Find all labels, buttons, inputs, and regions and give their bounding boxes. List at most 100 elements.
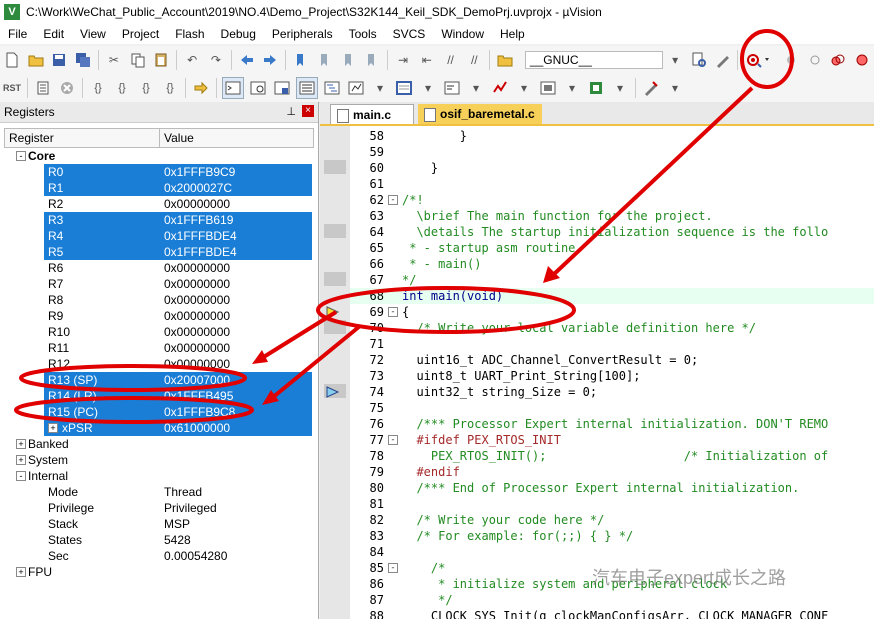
tree-group-fpu[interactable]: + FPU — [4, 564, 312, 580]
close-icon[interactable]: × — [302, 105, 314, 117]
code-line[interactable]: 65 * - startup asm routine — [350, 240, 874, 256]
command-window-icon[interactable] — [222, 77, 244, 99]
chevron-down-icon[interactable]: ▾ — [562, 78, 582, 98]
chevron-down-icon[interactable]: ▾ — [418, 78, 438, 98]
chevron-down-icon[interactable]: ▾ — [370, 78, 390, 98]
register-row[interactable]: R9 0x00000000 — [4, 308, 312, 324]
toolbox-icon[interactable] — [641, 78, 661, 98]
paste-icon[interactable] — [151, 50, 171, 70]
code-line[interactable]: 59 — [350, 144, 874, 160]
chevron-down-icon[interactable]: ▾ — [665, 78, 685, 98]
bookmark-prev-icon[interactable] — [315, 50, 335, 70]
new-file-icon[interactable] — [2, 50, 22, 70]
code-line[interactable]: 88 CLOCK_SYS_Init(g_clockManConfigsArr, … — [350, 608, 874, 619]
code-line[interactable]: 58 } — [350, 128, 874, 144]
code-line[interactable]: 71 — [350, 336, 874, 352]
code-line[interactable]: 76 /*** Processor Expert internal initia… — [350, 416, 874, 432]
internal-row[interactable]: Mode Thread — [4, 484, 312, 500]
column-register[interactable]: Register — [5, 129, 160, 147]
indent-icon[interactable]: ⇥ — [393, 50, 413, 70]
menu-project[interactable]: Project — [114, 27, 167, 41]
menu-peripherals[interactable]: Peripherals — [264, 27, 341, 41]
bookmark-next-icon[interactable] — [339, 50, 359, 70]
fold-collapse-icon[interactable]: - — [388, 307, 398, 317]
register-row[interactable]: R6 0x00000000 — [4, 260, 312, 276]
breakpoint-icon[interactable] — [781, 50, 801, 70]
debug-session-icon[interactable] — [743, 50, 777, 70]
code-line[interactable]: 73 uint8_t UART_Print_String[100]; — [350, 368, 874, 384]
tree-group-core[interactable]: - Core — [4, 148, 312, 164]
tree-group-internal[interactable]: - Internal — [4, 468, 312, 484]
code-line[interactable]: 83 /* For example: for(;;) { } */ — [350, 528, 874, 544]
menu-svcs[interactable]: SVCS — [385, 27, 434, 41]
register-row[interactable]: R4 0x1FFFBDE4 — [44, 228, 312, 244]
fold-collapse-icon[interactable]: - — [388, 435, 398, 445]
internal-row[interactable]: Sec 0.00054280 — [4, 548, 312, 564]
nav-forward-icon[interactable] — [260, 50, 280, 70]
chevron-down-icon[interactable]: ▾ — [610, 78, 630, 98]
tree-group-system[interactable]: + System — [4, 452, 312, 468]
code-line[interactable]: 66 * - main() — [350, 256, 874, 272]
register-row[interactable]: R8 0x00000000 — [4, 292, 312, 308]
code-line[interactable]: 60 } — [350, 160, 874, 176]
code-line[interactable]: 68 int main(void) — [350, 288, 874, 304]
register-row[interactable]: R1 0x2000027C — [44, 180, 312, 196]
code-line[interactable]: 62-/*! — [350, 192, 874, 208]
save-icon[interactable] — [50, 50, 70, 70]
fold-collapse-icon[interactable]: - — [388, 195, 398, 205]
tree-group-banked[interactable]: + Banked — [4, 436, 312, 452]
redo-icon[interactable]: ↷ — [206, 50, 226, 70]
memory-window-icon[interactable] — [394, 78, 414, 98]
run-icon[interactable] — [33, 78, 53, 98]
menu-debug[interactable]: Debug — [213, 27, 264, 41]
watch-window-icon[interactable] — [346, 78, 366, 98]
register-row[interactable]: R15 (PC) 0x1FFFB9C8 — [44, 404, 312, 420]
register-row[interactable]: R0 0x1FFFB9C9 — [44, 164, 312, 180]
code-line[interactable]: 84 — [350, 544, 874, 560]
disable-all-breakpoints-icon[interactable] — [852, 50, 872, 70]
code-line[interactable]: 61 — [350, 176, 874, 192]
code-line[interactable]: 77- #ifdef PEX_RTOS_INIT — [350, 432, 874, 448]
trace-window-icon[interactable] — [538, 78, 558, 98]
registers-window-icon[interactable] — [296, 77, 318, 99]
menu-help[interactable]: Help — [492, 27, 533, 41]
step-over-icon[interactable]: {} — [112, 78, 132, 98]
code-line[interactable]: 67 */ — [350, 272, 874, 288]
expand-icon[interactable]: + — [16, 567, 26, 577]
menu-flash[interactable]: Flash — [167, 27, 212, 41]
column-value[interactable]: Value — [160, 129, 194, 147]
code-line[interactable]: 70 /* Write your local variable definiti… — [350, 320, 874, 336]
fold-collapse-icon[interactable]: - — [388, 563, 398, 573]
collapse-icon[interactable]: - — [16, 151, 26, 161]
menu-view[interactable]: View — [72, 27, 114, 41]
open-folder-icon[interactable] — [26, 50, 46, 70]
expand-icon[interactable]: + — [16, 439, 26, 449]
chevron-down-icon[interactable]: ▾ — [665, 50, 685, 70]
pin-icon[interactable]: ⊥ — [286, 105, 296, 118]
code-line[interactable]: 75 — [350, 400, 874, 416]
tools-icon[interactable] — [713, 50, 733, 70]
expand-icon[interactable]: + — [48, 423, 58, 433]
find-in-files-icon[interactable] — [495, 50, 515, 70]
step-into-icon[interactable]: {} — [88, 78, 108, 98]
target-define-input[interactable]: __GNUC__ — [524, 51, 664, 69]
register-row[interactable]: R3 0x1FFFB619 — [44, 212, 312, 228]
find-icon[interactable] — [689, 50, 709, 70]
system-viewer-icon[interactable] — [586, 78, 606, 98]
disassembly-window-icon[interactable] — [248, 78, 268, 98]
reset-cpu-icon[interactable]: RST — [2, 78, 22, 98]
register-row[interactable]: R7 0x00000000 — [4, 276, 312, 292]
code-line[interactable]: 64 \details The startup initialization s… — [350, 224, 874, 240]
show-next-statement-icon[interactable] — [191, 78, 211, 98]
kill-breakpoints-icon[interactable] — [829, 50, 849, 70]
register-row[interactable]: R12 0x00000000 — [4, 356, 312, 372]
code-line[interactable]: 69-{ — [350, 304, 874, 320]
chevron-down-icon[interactable]: ▾ — [466, 78, 486, 98]
bookmark-icon[interactable] — [291, 50, 311, 70]
register-row[interactable]: R13 (SP) 0x20007000 — [44, 372, 312, 388]
analysis-window-icon[interactable] — [490, 78, 510, 98]
register-row[interactable]: R5 0x1FFFBDE4 — [44, 244, 312, 260]
call-stack-window-icon[interactable] — [322, 78, 342, 98]
register-row[interactable]: R10 0x00000000 — [4, 324, 312, 340]
register-row[interactable]: + xPSR 0x61000000 — [44, 420, 312, 436]
